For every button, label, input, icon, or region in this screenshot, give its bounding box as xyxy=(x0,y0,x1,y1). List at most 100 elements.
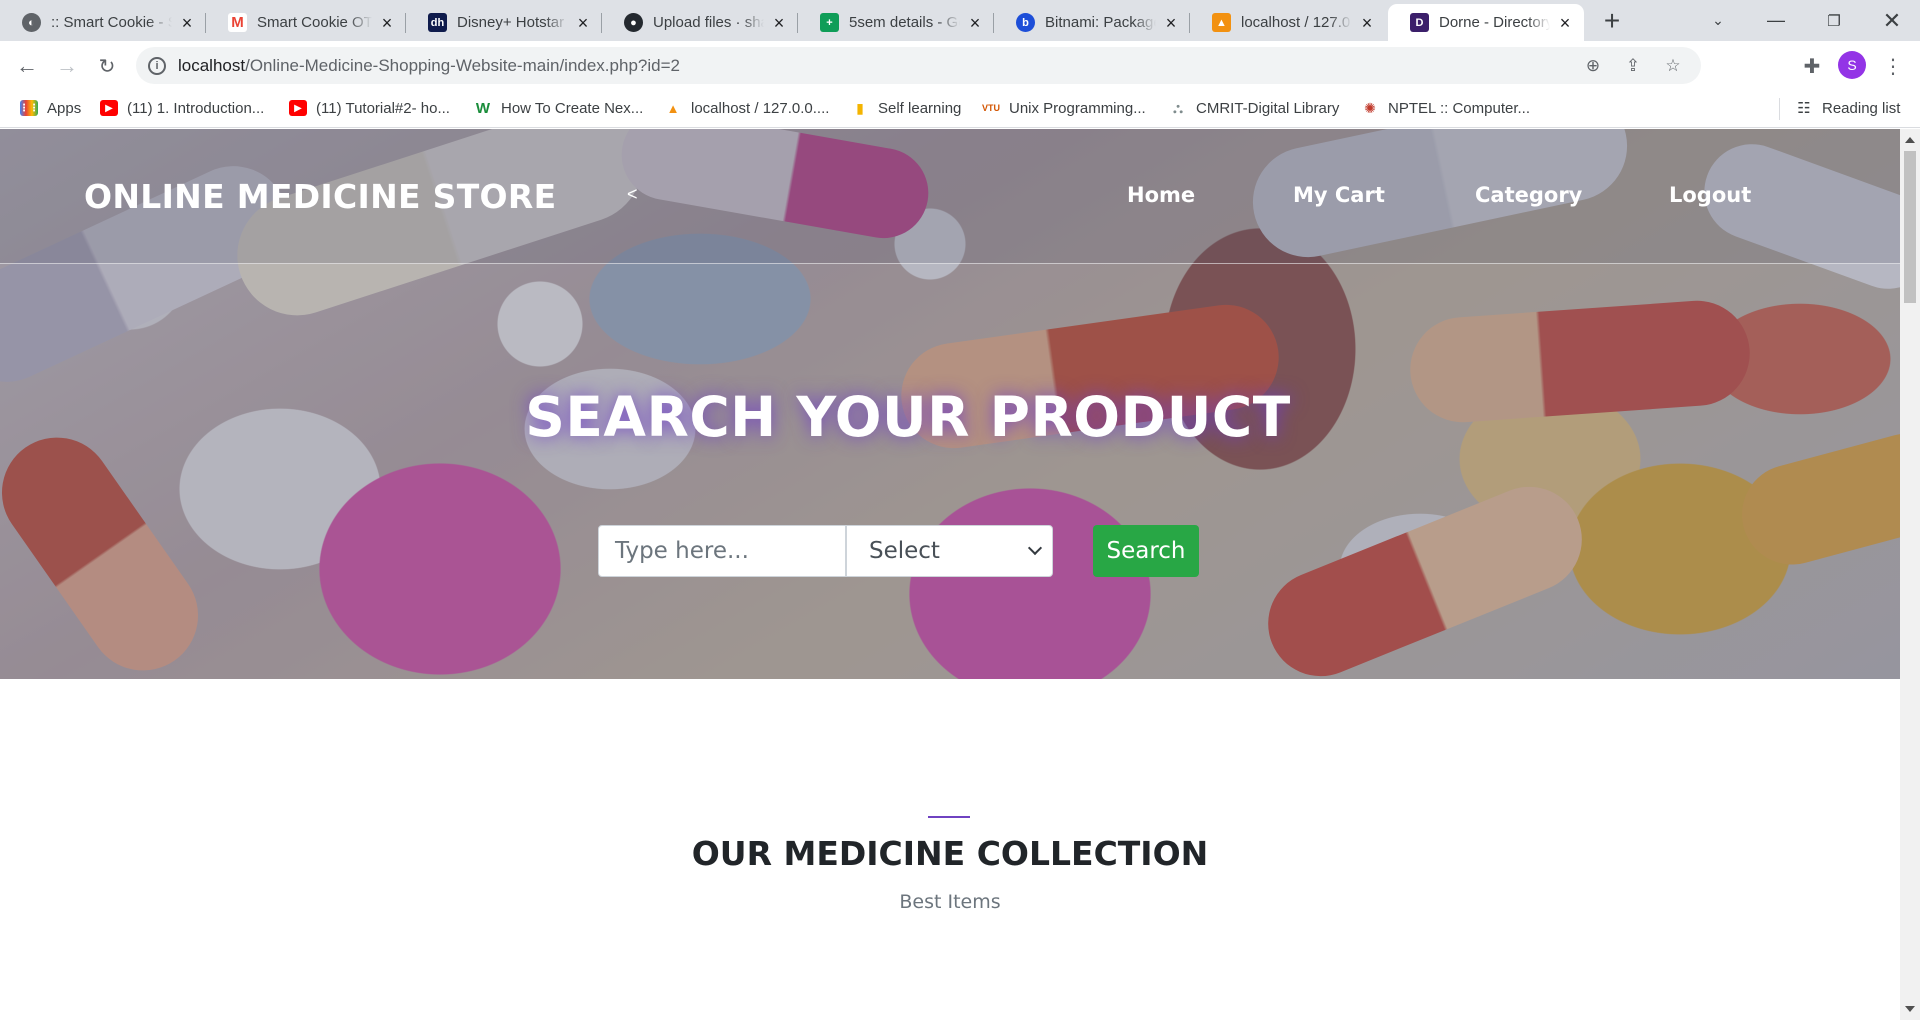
extensions-puzzle-icon[interactable]: ✚ xyxy=(1795,49,1829,83)
vtu-icon: VTU xyxy=(982,103,1000,113)
back-icon[interactable]: ← xyxy=(10,49,44,83)
bookmark-label: (11) 1. Introduction... xyxy=(127,99,265,117)
bookmark-localhost[interactable]: ▲ localhost / 127.0.0.... xyxy=(664,96,830,120)
library-icon: ⛬ xyxy=(1173,99,1183,116)
close-icon[interactable]: × xyxy=(966,14,984,32)
close-icon[interactable]: × xyxy=(1556,14,1574,32)
tab-title: Disney+ Hotstar xyxy=(457,14,565,31)
site-brand-logo[interactable]: ONLINE MEDICINE STORE xyxy=(84,177,556,216)
scrollbar-thumb[interactable] xyxy=(1904,151,1916,303)
tab-title: Smart Cookie OTP xyxy=(257,14,372,31)
bookmark-label: localhost / 127.0.0.... xyxy=(691,99,830,117)
kebab-menu-icon[interactable]: ⋮ xyxy=(1876,49,1910,83)
tab-github-upload[interactable]: ● Upload files · sha × xyxy=(602,4,798,41)
phpmyadmin-icon: ▲ xyxy=(666,100,680,116)
hotstar-icon: dh xyxy=(428,13,447,32)
bookmark-unix[interactable]: VTU Unix Programming... xyxy=(982,96,1146,120)
page-viewport: ONLINE MEDICINE STORE < Home My Cart Cat… xyxy=(0,129,1900,1020)
new-tab-icon[interactable]: + xyxy=(1584,0,1640,41)
scroll-up-icon[interactable] xyxy=(1905,137,1915,143)
nptel-icon: ✺ xyxy=(1364,99,1376,116)
scroll-down-icon[interactable] xyxy=(1905,1006,1915,1012)
bookmark-label: How To Create Nex... xyxy=(501,99,644,117)
youtube-icon: ▶ xyxy=(289,100,307,116)
reading-list-button[interactable]: ☷ Reading list xyxy=(1795,96,1900,120)
tab-title: :: Smart Cookie - S xyxy=(51,14,172,31)
phpmyadmin-icon: ▲ xyxy=(1212,13,1231,32)
nav-toggle-icon[interactable]: < xyxy=(627,184,638,205)
close-icon[interactable]: × xyxy=(770,14,788,32)
tab-smart-cookie[interactable]: ◐ :: Smart Cookie - S × xyxy=(0,4,206,41)
tab-phpmyadmin[interactable]: ▲ localhost / 127.0.0 × xyxy=(1190,4,1386,41)
page-scrollbar[interactable] xyxy=(1900,129,1920,1020)
tab-search-chevron-icon[interactable]: ⌄ xyxy=(1690,0,1746,41)
site-navbar: ONLINE MEDICINE STORE < Home My Cart Cat… xyxy=(0,129,1900,264)
tab-title: 5sem details - Go xyxy=(849,14,960,31)
bookmark-nptel[interactable]: ✺ NPTEL :: Computer... xyxy=(1361,96,1530,120)
nav-logout[interactable]: Logout xyxy=(1669,183,1751,207)
category-select[interactable]: Select xyxy=(846,525,1053,577)
browser-toolbar: ← → ↻ i localhost/Online-Medicine-Shoppi… xyxy=(0,41,1920,89)
chevron-down-icon xyxy=(1027,540,1043,556)
dorne-icon: D xyxy=(1410,13,1429,32)
reading-list-icon: ☷ xyxy=(1797,100,1811,117)
bookmark-label: Unix Programming... xyxy=(1009,99,1146,117)
apps-grid-icon: ⋮⋮ xyxy=(19,100,39,116)
close-icon[interactable]: × xyxy=(1358,14,1376,32)
select-value: Select xyxy=(869,538,940,564)
search-input[interactable]: Type here... xyxy=(598,525,846,577)
globe-icon: ◐ xyxy=(22,13,41,32)
url-text: localhost/Online-Medicine-Shopping-Websi… xyxy=(178,55,680,75)
close-icon[interactable]: × xyxy=(1162,14,1180,32)
bookmark-how-to-create[interactable]: W How To Create Nex... xyxy=(474,96,643,120)
site-info-icon[interactable]: i xyxy=(148,56,166,75)
bars-icon: ▮ xyxy=(856,99,864,116)
share-icon[interactable]: ⇪ xyxy=(1623,56,1643,76)
bookmark-youtube-intro[interactable]: ▶ (11) 1. Introduction... xyxy=(100,96,264,120)
w-logo-icon: W xyxy=(475,99,491,117)
window-close-icon[interactable]: ✕ xyxy=(1864,0,1920,41)
gmail-icon: M xyxy=(228,13,247,32)
bookmarks-bar: ⋮⋮ Apps ▶ (11) 1. Introduction... ▶ (11)… xyxy=(0,89,1920,128)
close-icon[interactable]: × xyxy=(574,14,592,32)
bookmark-self-learning[interactable]: ▮ Self learning xyxy=(851,96,961,120)
bookmark-apps[interactable]: ⋮⋮ Apps xyxy=(19,96,82,120)
tab-bitnami[interactable]: b Bitnami: Package × xyxy=(994,4,1190,41)
close-icon[interactable]: × xyxy=(178,14,196,32)
bookmark-cmrit[interactable]: ⛬ CMRIT-Digital Library xyxy=(1169,96,1339,120)
zoom-icon[interactable]: ⊕ xyxy=(1583,56,1603,76)
address-bar[interactable]: i localhost/Online-Medicine-Shopping-Web… xyxy=(136,47,1701,84)
tab-title: Upload files · sha xyxy=(653,14,764,31)
nav-home[interactable]: Home xyxy=(1127,183,1195,207)
bookmark-star-icon[interactable]: ☆ xyxy=(1663,56,1683,76)
bookmark-label: Apps xyxy=(47,99,82,117)
bitnami-icon: b xyxy=(1016,13,1035,32)
bookmark-divider xyxy=(1779,98,1780,120)
youtube-icon: ▶ xyxy=(100,100,118,116)
tab-smart-cookie-otp[interactable]: M Smart Cookie OTP × xyxy=(206,4,406,41)
tab-strip: ◐ :: Smart Cookie - S × M Smart Cookie O… xyxy=(0,0,1920,41)
section-title: OUR MEDICINE COLLECTION xyxy=(691,834,1209,873)
nav-my-cart[interactable]: My Cart xyxy=(1293,183,1385,207)
tab-dorne-active[interactable]: D Dorne - Directory × xyxy=(1388,4,1584,41)
reload-icon[interactable]: ↻ xyxy=(90,49,124,83)
close-icon[interactable]: × xyxy=(378,14,396,32)
nav-category[interactable]: Category xyxy=(1475,183,1582,207)
bookmark-youtube-tutorial[interactable]: ▶ (11) Tutorial#2- ho... xyxy=(289,96,450,120)
bookmark-label: Self learning xyxy=(878,99,962,117)
search-button[interactable]: Search xyxy=(1093,525,1199,577)
tab-title: localhost / 127.0.0 xyxy=(1241,14,1352,31)
minimize-icon[interactable]: — xyxy=(1748,0,1804,41)
tab-title: Bitnami: Package xyxy=(1045,14,1156,31)
tab-sheets[interactable]: + 5sem details - Go × xyxy=(798,4,994,41)
forward-icon[interactable]: → xyxy=(50,49,84,83)
tab-title: Dorne - Directory xyxy=(1439,14,1550,31)
reading-list-label: Reading list xyxy=(1822,99,1901,117)
section-subtitle: Best Items xyxy=(899,891,1001,913)
restore-icon[interactable]: ❐ xyxy=(1806,0,1862,41)
hero-heading: SEARCH YOUR PRODUCT xyxy=(525,385,1291,449)
tab-hotstar[interactable]: dh Disney+ Hotstar × xyxy=(406,4,602,41)
avatar[interactable]: S xyxy=(1838,51,1866,79)
bookmark-label: CMRIT-Digital Library xyxy=(1196,99,1340,117)
bookmark-label: NPTEL :: Computer... xyxy=(1388,99,1530,117)
